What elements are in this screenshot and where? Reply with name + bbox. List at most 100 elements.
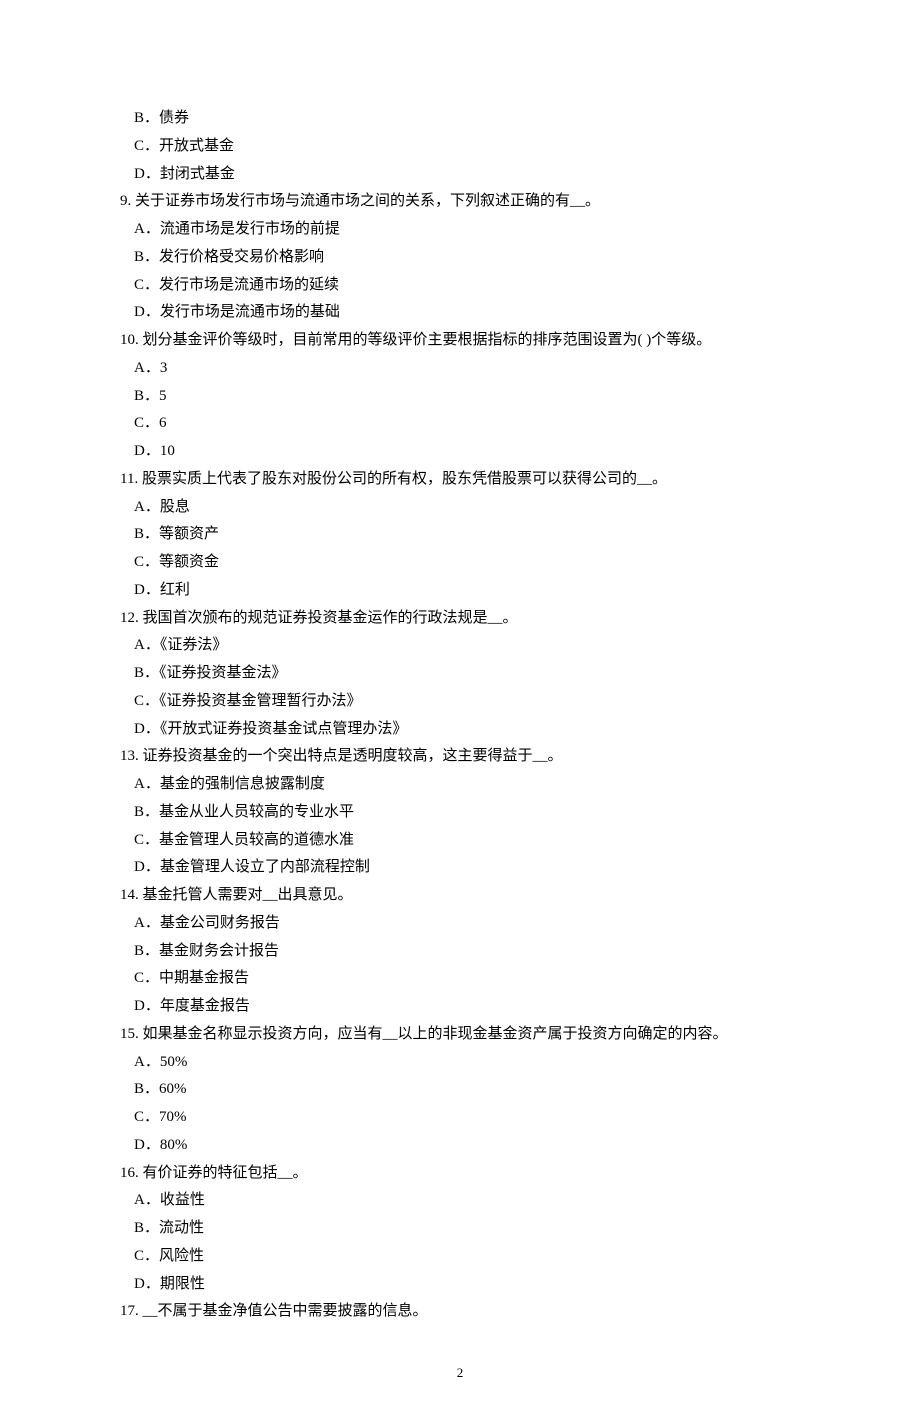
question-number: 9. xyxy=(120,193,131,209)
option-text: 基金管理人设立了内部流程控制 xyxy=(160,859,370,875)
option-separator: ． xyxy=(145,1276,160,1292)
question-text: 关于证券市场发行市场与流通市场之间的关系，下列叙述正确的有__。 xyxy=(131,193,600,209)
option-letter: D xyxy=(134,304,145,320)
answer-option: A．50% xyxy=(120,1049,800,1077)
option-letter: B xyxy=(134,110,144,126)
question-line: 15. 如果基金名称显示投资方向，应当有__以上的非现金基金资产属于投资方向确定… xyxy=(120,1021,800,1049)
answer-option: D．封闭式基金 xyxy=(120,161,800,189)
option-separator: ． xyxy=(145,1054,160,1070)
option-text: 基金财务会计报告 xyxy=(159,943,279,959)
option-letter: D xyxy=(134,721,145,737)
answer-option: A．收益性 xyxy=(120,1187,800,1215)
option-text: 《证券投资基金管理暂行办法》 xyxy=(159,693,362,709)
answer-option: A．基金公司财务报告 xyxy=(120,910,800,938)
option-text: 基金从业人员较高的专业水平 xyxy=(159,804,354,820)
option-separator: ． xyxy=(145,166,160,182)
option-separator: ． xyxy=(145,915,160,931)
option-separator: ． xyxy=(144,415,159,431)
option-letter: B xyxy=(134,388,144,404)
option-text: 流动性 xyxy=(159,1220,204,1236)
content-body: B．债券C．开放式基金D．封闭式基金9. 关于证券市场发行市场与流通市场之间的关… xyxy=(120,105,800,1326)
question-line: 11. 股票实质上代表了股东对股份公司的所有权，股东凭借股票可以获得公司的__。 xyxy=(120,466,800,494)
option-separator: ． xyxy=(145,443,160,459)
option-text: 等额资金 xyxy=(159,554,219,570)
option-separator: ． xyxy=(145,499,160,515)
option-letter: C xyxy=(134,554,144,570)
question-number: 10. xyxy=(120,332,139,348)
answer-option: D．红利 xyxy=(120,577,800,605)
question-number: 11. xyxy=(120,471,138,487)
option-text: 70% xyxy=(159,1109,187,1125)
option-separator: ． xyxy=(145,304,160,320)
option-separator: ． xyxy=(144,943,159,959)
option-text: 收益性 xyxy=(160,1192,205,1208)
option-letter: C xyxy=(134,970,144,986)
answer-option: C．《证券投资基金管理暂行办法》 xyxy=(120,688,800,716)
question-text: 基金托管人需要对__出具意见。 xyxy=(139,887,353,903)
option-text: 债券 xyxy=(159,110,189,126)
option-text: 红利 xyxy=(160,582,190,598)
option-text: 《证券投资基金法》 xyxy=(159,665,287,681)
option-separator: ． xyxy=(144,832,159,848)
option-separator: ． xyxy=(144,249,159,265)
option-text: 股息 xyxy=(160,499,190,515)
option-text: 6 xyxy=(159,415,167,431)
option-letter: A xyxy=(134,776,145,792)
option-letter: B xyxy=(134,1081,144,1097)
question-number: 16. xyxy=(120,1165,139,1181)
question-line: 17. __不属于基金净值公告中需要披露的信息。 xyxy=(120,1298,800,1326)
option-separator: ． xyxy=(144,110,159,126)
question-line: 13. 证券投资基金的一个突出特点是透明度较高，这主要得益于__。 xyxy=(120,743,800,771)
option-separator: ． xyxy=(145,637,160,653)
option-letter: B xyxy=(134,526,144,542)
answer-option: C．开放式基金 xyxy=(120,133,800,161)
question-text: 证券投资基金的一个突出特点是透明度较高，这主要得益于__。 xyxy=(139,748,563,764)
answer-option: A．3 xyxy=(120,355,800,383)
option-separator: ． xyxy=(144,665,159,681)
option-letter: D xyxy=(134,998,145,1014)
question-text: 我国首次颁布的规范证券投资基金运作的行政法规是__。 xyxy=(139,610,518,626)
answer-option: C．基金管理人员较高的道德水准 xyxy=(120,827,800,855)
question-number: 17. xyxy=(120,1303,139,1319)
option-separator: ． xyxy=(144,1220,159,1236)
option-text: 80% xyxy=(160,1137,188,1153)
option-text: 流通市场是发行市场的前提 xyxy=(160,221,340,237)
question-text: 股票实质上代表了股东对股份公司的所有权，股东凭借股票可以获得公司的__。 xyxy=(138,471,667,487)
option-letter: B xyxy=(134,943,144,959)
option-letter: C xyxy=(134,693,144,709)
option-separator: ． xyxy=(144,804,159,820)
option-text: 基金管理人员较高的道德水准 xyxy=(159,832,354,848)
question-number: 15. xyxy=(120,1026,139,1042)
answer-option: C．6 xyxy=(120,410,800,438)
option-text: 中期基金报告 xyxy=(159,970,249,986)
answer-option: C．发行市场是流通市场的延续 xyxy=(120,272,800,300)
option-letter: B xyxy=(134,1220,144,1236)
option-separator: ． xyxy=(144,970,159,986)
answer-option: B．5 xyxy=(120,383,800,411)
answer-option: B．流动性 xyxy=(120,1215,800,1243)
option-text: 开放式基金 xyxy=(159,138,234,154)
option-letter: A xyxy=(134,1054,145,1070)
question-text: 有价证券的特征包括__。 xyxy=(139,1165,308,1181)
question-number: 13. xyxy=(120,748,139,764)
option-text: 基金公司财务报告 xyxy=(160,915,280,931)
option-letter: C xyxy=(134,277,144,293)
answer-option: D．《开放式证券投资基金试点管理办法》 xyxy=(120,716,800,744)
option-text: 等额资产 xyxy=(159,526,219,542)
option-letter: D xyxy=(134,1276,145,1292)
option-separator: ． xyxy=(145,721,160,737)
option-separator: ． xyxy=(145,582,160,598)
question-text: 划分基金评价等级时，目前常用的等级评价主要根据指标的排序范围设置为( )个等级。 xyxy=(139,332,712,348)
answer-option: D．年度基金报告 xyxy=(120,993,800,1021)
option-separator: ． xyxy=(144,277,159,293)
answer-option: D．基金管理人设立了内部流程控制 xyxy=(120,854,800,882)
option-letter: D xyxy=(134,582,145,598)
option-letter: D xyxy=(134,443,145,459)
option-separator: ． xyxy=(145,776,160,792)
option-letter: C xyxy=(134,415,144,431)
answer-option: B．60% xyxy=(120,1076,800,1104)
page-number: 2 xyxy=(120,1361,800,1385)
option-text: 发行价格受交易价格影响 xyxy=(159,249,324,265)
answer-option: D．10 xyxy=(120,438,800,466)
option-letter: A xyxy=(134,360,145,376)
